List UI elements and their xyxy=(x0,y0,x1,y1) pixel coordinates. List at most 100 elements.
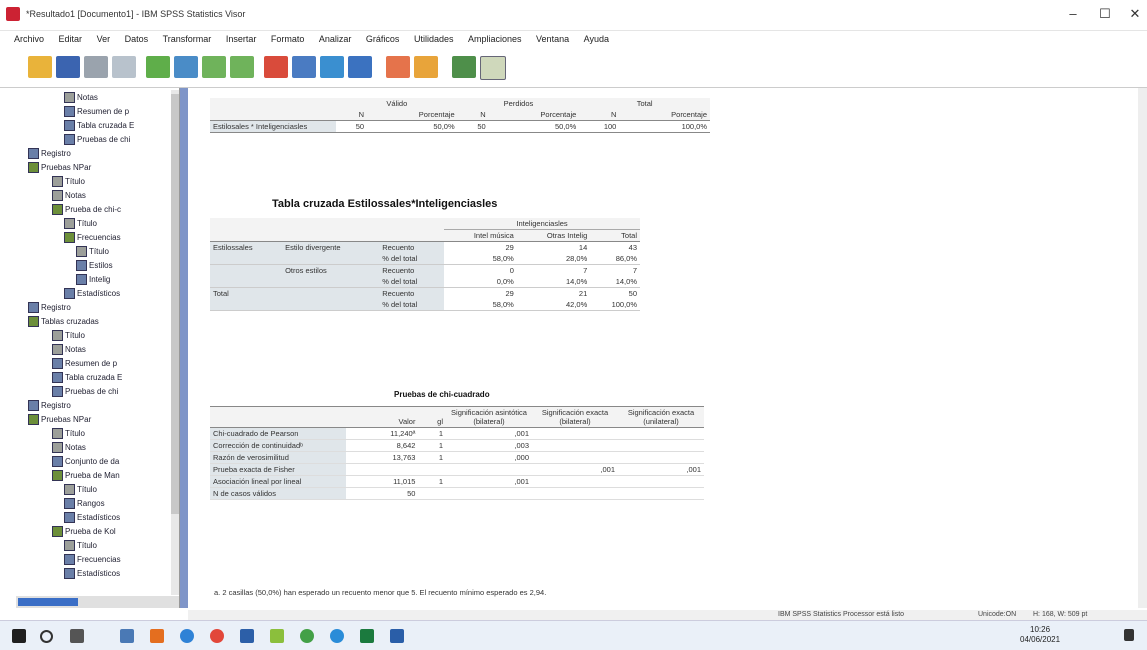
export-icon[interactable] xyxy=(146,56,170,78)
table-icon xyxy=(76,274,87,286)
notifications-icon[interactable] xyxy=(1124,629,1134,641)
outline-item[interactable]: Resumen de p xyxy=(52,358,117,370)
outline-item[interactable]: Pruebas NPar xyxy=(28,414,91,426)
note-icon xyxy=(52,190,63,202)
outline-item[interactable]: Título xyxy=(52,176,85,188)
outline-item[interactable]: Rangos xyxy=(64,498,105,510)
outline-item[interactable]: Tabla cruzada E xyxy=(64,120,134,132)
outline-item-label: Registro xyxy=(41,149,71,158)
open-folder-icon[interactable] xyxy=(28,56,52,78)
outline-item[interactable]: Resumen de p xyxy=(64,106,129,118)
menu-utilidades[interactable]: Utilidades xyxy=(414,31,454,47)
office-icon[interactable] xyxy=(150,629,164,643)
save-icon[interactable] xyxy=(56,56,80,78)
close-button[interactable]: ✕ xyxy=(1120,4,1147,24)
crosstab-row: % del total 58,0% 28,0% 86,0% xyxy=(210,253,640,265)
search-icon[interactable] xyxy=(40,630,53,643)
outline-horizontal-scrollbar[interactable] xyxy=(16,596,179,608)
word-icon[interactable] xyxy=(390,629,404,643)
output-vertical-scrollbar[interactable] xyxy=(1138,88,1147,608)
designate-window-icon[interactable] xyxy=(386,56,410,78)
outline-item[interactable]: Conjunto de da xyxy=(52,456,119,468)
outline-item[interactable]: Notas xyxy=(64,92,98,104)
maximize-button[interactable]: ☐ xyxy=(1090,4,1120,24)
show-hide-icon[interactable] xyxy=(480,56,506,80)
crosstab-colgroup: Inteligenciasles xyxy=(444,218,640,230)
select-last-output-icon[interactable] xyxy=(414,56,438,78)
menu-graficos[interactable]: Gráficos xyxy=(366,31,400,47)
app-icon[interactable] xyxy=(270,629,284,643)
outline-item[interactable]: Título xyxy=(52,428,85,440)
app-icon[interactable] xyxy=(330,629,344,643)
menu-analizar[interactable]: Analizar xyxy=(319,31,352,47)
redo-icon[interactable] xyxy=(230,56,254,78)
outline-item[interactable]: Prueba de Kol xyxy=(52,526,116,538)
outline-scroll-thumb[interactable] xyxy=(171,94,179,514)
outline-item[interactable]: Notas xyxy=(52,190,86,202)
print-icon[interactable] xyxy=(84,56,108,78)
menu-ayuda[interactable]: Ayuda xyxy=(584,31,609,47)
app-icon[interactable] xyxy=(300,629,314,643)
menu-formato[interactable]: Formato xyxy=(271,31,305,47)
edge-icon[interactable] xyxy=(180,629,194,643)
menu-datos[interactable]: Datos xyxy=(125,31,149,47)
menu-insertar[interactable]: Insertar xyxy=(226,31,257,47)
outline-item[interactable]: Registro xyxy=(28,302,71,314)
recall-dialog-icon[interactable] xyxy=(174,56,198,78)
outline-item[interactable]: Intelig xyxy=(76,274,110,286)
promote-icon[interactable] xyxy=(452,56,476,78)
menu-transformar[interactable]: Transformar xyxy=(163,31,212,47)
outline-item[interactable]: Tablas cruzadas xyxy=(28,316,99,328)
menu-ver[interactable]: Ver xyxy=(97,31,111,47)
excel-icon[interactable] xyxy=(360,629,374,643)
outline-item[interactable]: Frecuencias xyxy=(64,232,121,244)
summary-cell: 100 xyxy=(603,122,617,131)
print-preview-icon[interactable] xyxy=(112,56,136,78)
chisq-cell: ,001 xyxy=(514,477,529,486)
outline-item[interactable]: Prueba de Man xyxy=(52,470,120,482)
outline-item[interactable]: Título xyxy=(76,246,109,258)
crosstab-cell: 50 xyxy=(628,289,637,298)
menu-editar[interactable]: Editar xyxy=(59,31,83,47)
variables-icon[interactable] xyxy=(320,56,344,78)
outline-item-label: Conjunto de da xyxy=(65,457,120,466)
outline-item[interactable]: Tabla cruzada E xyxy=(52,372,122,384)
crosstab-row-label: Otros estilos xyxy=(282,264,380,276)
start-windows-icon[interactable] xyxy=(12,629,26,643)
file-explorer-icon[interactable] xyxy=(120,629,134,643)
crosstab-cell: 21 xyxy=(578,289,588,298)
menu-ventana[interactable]: Ventana xyxy=(536,31,569,47)
dropbox-icon[interactable] xyxy=(240,629,254,643)
chrome-icon[interactable] xyxy=(210,629,224,643)
chisq-row: Corrección de continuidadᵇ 8,642 1 ,003 xyxy=(210,439,704,452)
output-icon[interactable] xyxy=(348,56,372,78)
outline-item[interactable]: Pruebas NPar xyxy=(28,162,91,174)
outline-item-label: Registro xyxy=(41,303,71,312)
task-view-icon[interactable] xyxy=(70,629,84,643)
outline-item[interactable]: Estadísticos xyxy=(64,512,120,524)
outline-item[interactable]: Notas xyxy=(52,344,86,356)
outline-item[interactable]: Título xyxy=(64,540,97,552)
outline-item[interactable]: Registro xyxy=(28,148,71,160)
goto-case-icon[interactable] xyxy=(292,56,316,78)
outline-item[interactable]: Estadísticos xyxy=(64,288,120,300)
outline-item[interactable]: Prueba de chi-c xyxy=(52,204,121,216)
goto-data-icon[interactable] xyxy=(264,56,288,78)
outline-item[interactable]: Frecuencias xyxy=(64,554,121,566)
minimize-button[interactable]: – xyxy=(1058,4,1088,24)
undo-icon[interactable] xyxy=(202,56,226,78)
menu-archivo[interactable]: Archivo xyxy=(14,31,44,47)
outline-item[interactable]: Título xyxy=(64,218,97,230)
pane-splitter[interactable] xyxy=(180,88,188,608)
outline-scrollbar[interactable] xyxy=(171,90,179,595)
outline-item[interactable]: Pruebas de chi xyxy=(52,386,118,398)
outline-item[interactable]: Título xyxy=(52,330,85,342)
outline-item[interactable]: Registro xyxy=(28,400,71,412)
crosstab-row-label xyxy=(210,276,283,288)
outline-item[interactable]: Notas xyxy=(52,442,86,454)
outline-item[interactable]: Estadísticos xyxy=(64,568,120,580)
outline-item[interactable]: Pruebas de chi xyxy=(64,134,130,146)
outline-item[interactable]: Título xyxy=(64,484,97,496)
menu-ampliaciones[interactable]: Ampliaciones xyxy=(468,31,522,47)
outline-item[interactable]: Estilos xyxy=(76,260,113,272)
